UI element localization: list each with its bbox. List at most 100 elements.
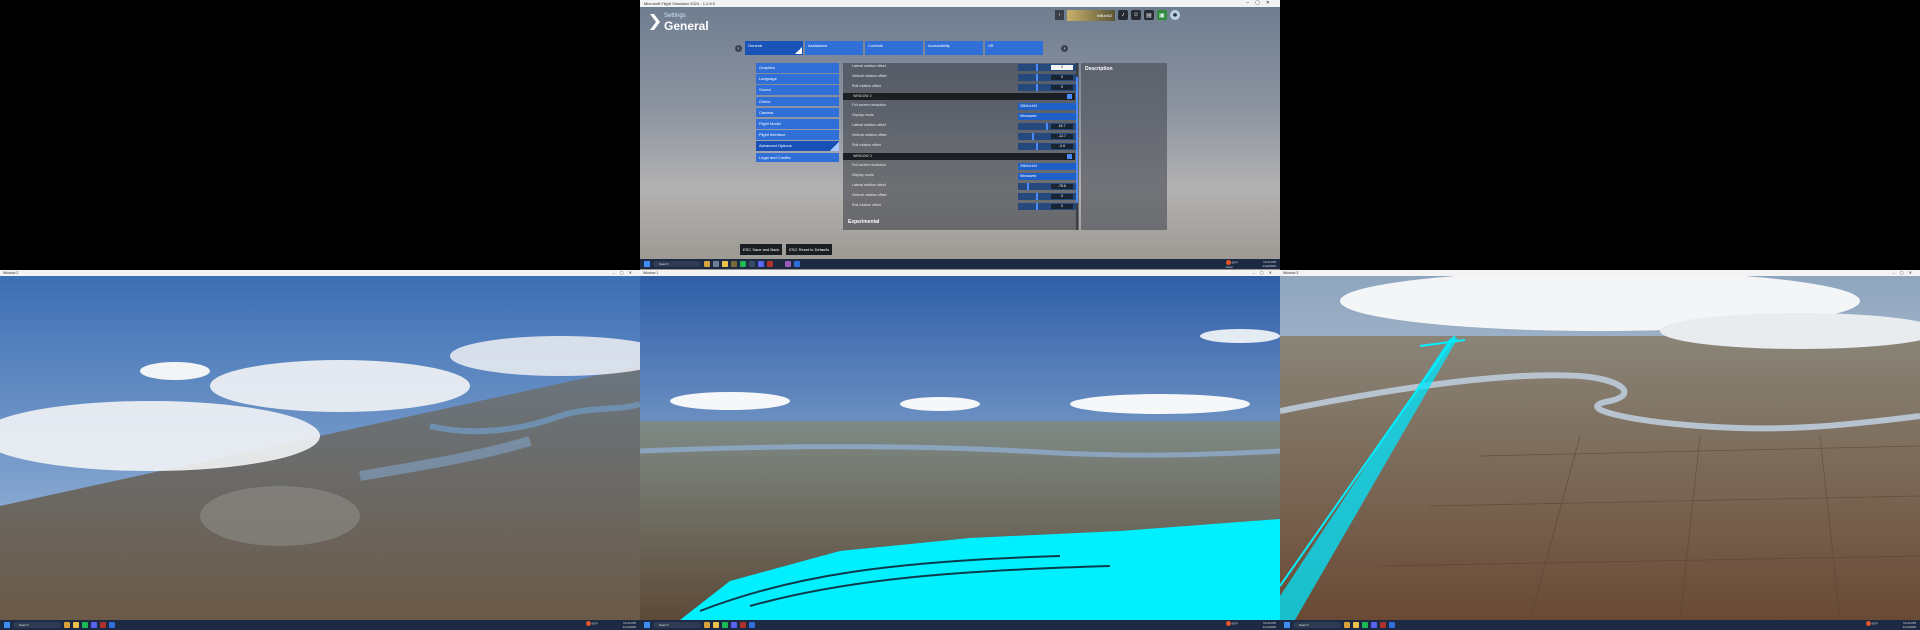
chat-icon[interactable]: ▤ (1144, 10, 1154, 20)
app-icon[interactable] (109, 622, 115, 628)
sidebar-item-advanced-options[interactable]: Advanced Options (756, 141, 839, 151)
settings-window: Microsoft Flight Simulator 2024 - 1.2.8.… (640, 0, 1280, 270)
folder-icon[interactable] (1353, 622, 1359, 628)
collapse-icon[interactable] (1067, 94, 1072, 99)
tabs-next-icon[interactable]: › (1061, 45, 1068, 52)
window-titlebar: Window 3 –▢✕ (1280, 270, 1920, 276)
black-region-left (0, 0, 640, 270)
tab-accessibility[interactable]: Accessibility (925, 41, 983, 55)
display-mode-select[interactable]: Windowed (1018, 173, 1076, 180)
app-icon[interactable] (785, 261, 791, 267)
page-title: General (664, 19, 709, 33)
app-icon[interactable] (749, 622, 755, 628)
window-controls[interactable]: –▢✕ (613, 270, 637, 276)
spotify-icon[interactable] (82, 622, 88, 628)
clock[interactable]: 12:34 PM 1/12/2025 (623, 621, 636, 629)
taskbar-search[interactable]: Search (653, 622, 701, 628)
marketplace-icon[interactable]: ▣ (1157, 10, 1167, 20)
resolution-select[interactable]: 2560x1440 (1018, 163, 1076, 170)
app-icon[interactable] (713, 261, 719, 267)
bell-icon[interactable]: ♪ (1118, 10, 1128, 20)
lateral-offset-slider[interactable]: 0 (1018, 64, 1076, 71)
reset-defaults-button[interactable]: ESC Reset to Defaults (786, 244, 833, 255)
clock[interactable]: 12:34 PM 1/12/2025 (1903, 621, 1916, 629)
sidebar-item-sound[interactable]: Sound (756, 85, 839, 96)
sidebar-item-legal-credits[interactable]: Legal and Credits (756, 152, 839, 163)
setting-row: Roll rotation offset 0 (843, 83, 1076, 92)
weather-widget[interactable]: 65°F (1865, 621, 1878, 626)
app-icon[interactable] (794, 261, 800, 267)
sidebar-item-graphics[interactable]: Graphics (756, 63, 839, 73)
window2-section-header[interactable]: WINDOW 2 (843, 93, 1075, 100)
display-mode-select[interactable]: Windowed (1018, 113, 1076, 120)
sidebar-item-online[interactable]: Online (756, 96, 839, 107)
taskbar-search[interactable]: Search (1293, 622, 1341, 628)
tab-controls[interactable]: Controls (865, 41, 923, 55)
windows-start-icon[interactable] (644, 261, 650, 267)
sidebar-item-flight-model[interactable]: Flight Model (756, 118, 839, 129)
folder-icon[interactable] (713, 622, 719, 628)
window3-section-header[interactable]: WINDOW 3 (843, 153, 1075, 160)
weather-widget[interactable]: 65°F Clear (1225, 260, 1238, 269)
tab-general[interactable]: General (745, 41, 803, 55)
folder-icon[interactable] (73, 622, 79, 628)
app-icon[interactable] (749, 261, 755, 267)
vertical-offset-slider[interactable]: -12.7 (1018, 133, 1076, 140)
windows-start-icon[interactable] (1284, 622, 1290, 628)
lateral-offset-slider[interactable]: 16.7 (1018, 123, 1076, 130)
scenery-view (1280, 276, 1920, 620)
app-icon[interactable] (64, 622, 70, 628)
weather-widget[interactable]: 65°F (1225, 621, 1238, 626)
windows-start-icon[interactable] (4, 622, 10, 628)
discord-icon[interactable] (758, 261, 764, 267)
app-icon[interactable] (704, 622, 710, 628)
sidebar-item-camera[interactable]: Camera (756, 107, 839, 118)
settings-gear-icon[interactable]: ✱ (1170, 10, 1180, 20)
panel-scrollbar[interactable] (1076, 63, 1078, 230)
resolution-select[interactable]: 2560x1440 (1018, 103, 1076, 110)
steam-icon[interactable] (776, 261, 782, 267)
clock[interactable]: 12:34 PM 1/12/2025 (1263, 260, 1276, 268)
spotify-icon[interactable] (1362, 622, 1368, 628)
back-icon[interactable]: ‹ (1055, 10, 1064, 20)
clock[interactable]: 12:34 PM 1/12/2025 (1263, 621, 1276, 629)
vertical-offset-slider[interactable]: 0 (1018, 74, 1076, 81)
taskbar-search[interactable]: Search (653, 261, 701, 267)
roll-offset-slider[interactable]: -0.6 (1018, 143, 1076, 150)
tab-vr[interactable]: VR (985, 41, 1043, 55)
window-controls[interactable]: –▢✕ (1246, 0, 1276, 7)
roll-offset-slider[interactable]: 0 (1018, 84, 1076, 91)
sidebar-item-language[interactable]: Language (756, 74, 839, 84)
app-icon[interactable] (100, 622, 106, 628)
app-icon[interactable] (740, 622, 746, 628)
discord-icon[interactable] (91, 622, 97, 628)
lateral-offset-slider[interactable]: -75.6 (1018, 183, 1076, 190)
tabs-prev-icon[interactable]: ‹ (735, 45, 742, 52)
collapse-icon[interactable] (1067, 154, 1072, 159)
roll-offset-slider[interactable]: 0 (1018, 203, 1076, 210)
save-and-back-button[interactable]: ESC Save and Back (740, 244, 783, 255)
tab-assistance[interactable]: Assistance (805, 41, 863, 55)
window-controls[interactable]: –▢✕ (1253, 270, 1277, 276)
spotify-icon[interactable] (740, 261, 746, 267)
taskbar-search[interactable]: Search (13, 622, 61, 628)
discord-icon[interactable] (731, 622, 737, 628)
friends-icon[interactable]: ☺ (1131, 10, 1141, 20)
window-controls[interactable]: –▢✕ (1893, 270, 1917, 276)
app-icon[interactable] (1344, 622, 1350, 628)
vertical-offset-slider[interactable]: 0 (1018, 193, 1076, 200)
spotify-icon[interactable] (722, 622, 728, 628)
profile-badge[interactable]: Wiliz462 (1067, 9, 1115, 21)
setting-row: Vertical rotation offset 0 (843, 192, 1076, 201)
window-titlebar: Window 1 –▢✕ (640, 270, 1280, 276)
app-icon[interactable] (731, 261, 737, 267)
discord-icon[interactable] (1371, 622, 1377, 628)
app-icon[interactable] (767, 261, 773, 267)
windows-start-icon[interactable] (644, 622, 650, 628)
folder-icon[interactable] (722, 261, 728, 267)
app-icon[interactable] (1380, 622, 1386, 628)
app-icon[interactable] (1389, 622, 1395, 628)
weather-widget[interactable]: 65°F (585, 621, 598, 626)
app-icon[interactable] (704, 261, 710, 267)
sidebar-item-flight-interface[interactable]: Flight Interface (756, 130, 839, 140)
